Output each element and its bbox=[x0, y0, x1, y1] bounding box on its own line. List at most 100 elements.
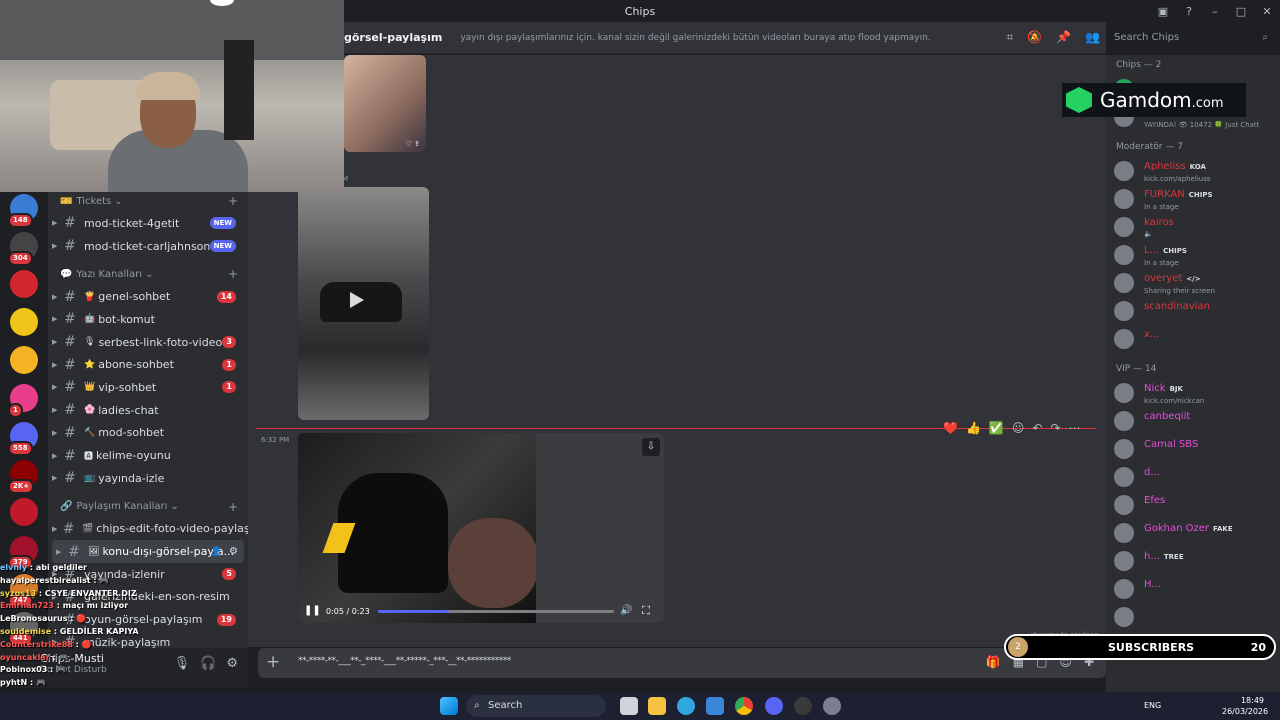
channel-item[interactable]: ▶ # 🖼 konu-dışı-görsel-payla... 👤 ⚙ bbox=[52, 540, 244, 563]
composer-input[interactable]: **-****-**-___**-_****-___**-*****-_***-… bbox=[298, 656, 511, 666]
member-item[interactable]: h... TREE bbox=[1106, 547, 1280, 575]
help-icon[interactable]: ? bbox=[1176, 5, 1202, 18]
add-channel-icon[interactable]: + bbox=[228, 500, 238, 514]
search-input[interactable]: Search Chips ⌕ bbox=[1106, 27, 1274, 49]
discord-icon[interactable] bbox=[765, 697, 783, 715]
windows-start-icon[interactable] bbox=[440, 697, 458, 715]
channel-item[interactable]: ▶ # mod-ticket-4getit NEW bbox=[48, 212, 248, 235]
maximize-icon[interactable]: □ bbox=[1228, 5, 1254, 18]
server-icon[interactable]: 1 bbox=[8, 384, 38, 418]
member-name-line: FURKAN CHIPS bbox=[1144, 185, 1280, 202]
download-icon[interactable]: ⇩ bbox=[642, 438, 660, 456]
channel-item[interactable]: ▶ # 🔨 mod-sohbet bbox=[48, 422, 248, 445]
pin-icon[interactable]: 📌 bbox=[1056, 30, 1071, 45]
member-item[interactable]: H... bbox=[1106, 575, 1280, 603]
message-composer[interactable]: + **-****-**-___**-_****-___**-*****-_**… bbox=[258, 648, 1106, 678]
taskbar-clock[interactable]: 18:49 26/03/2026 bbox=[1222, 695, 1268, 717]
image-actions-icon[interactable]: ♡ ⇪ bbox=[406, 140, 420, 148]
taskbar-search[interactable]: ⌕ Search bbox=[466, 695, 606, 717]
server-icon[interactable]: 148 bbox=[8, 194, 38, 228]
channel-settings-icon[interactable]: ⚙ bbox=[229, 546, 238, 557]
channel-name: abone-sohbet bbox=[98, 358, 174, 372]
server-icon[interactable]: 558 bbox=[8, 422, 38, 456]
gift-icon[interactable]: 🎁 bbox=[986, 655, 1001, 669]
member-item[interactable]: Camal SBS bbox=[1106, 435, 1280, 463]
channel-item[interactable]: ▶ # 🎬 chips-edit-foto-video-paylaş... bbox=[48, 518, 248, 541]
member-item[interactable]: kairos 🔈 bbox=[1106, 213, 1280, 241]
server-icon[interactable] bbox=[10, 498, 38, 526]
member-item[interactable]: Nick BJK kick.com/nickcan bbox=[1106, 379, 1280, 407]
language-indicator[interactable]: ENG bbox=[1144, 701, 1161, 710]
member-item[interactable]: Gokhan Ozer FAKE bbox=[1106, 519, 1280, 547]
member-activity: YAYINDA! 👁 10472 🍀 Just Chatt bbox=[1144, 121, 1260, 129]
server-icon[interactable]: 2K+ bbox=[8, 460, 38, 494]
channel-item[interactable]: ▶ # ⭐ abone-sohbet 1 bbox=[48, 353, 248, 376]
file-explorer-icon[interactable] bbox=[648, 697, 666, 715]
member-list-icon[interactable]: 👥 bbox=[1085, 30, 1100, 45]
chrome-icon[interactable] bbox=[735, 697, 753, 715]
reply-icon[interactable]: ↶ bbox=[1032, 421, 1042, 435]
avatar bbox=[1114, 411, 1134, 431]
member-list[interactable]: Chips — 2kick.com/chipsAPPYAYINDA! 👁 104… bbox=[1106, 55, 1280, 692]
server-icon[interactable] bbox=[10, 270, 38, 298]
add-channel-icon[interactable]: + bbox=[228, 194, 238, 208]
settings-icon[interactable] bbox=[823, 697, 841, 715]
member-item[interactable]: d... bbox=[1106, 463, 1280, 491]
add-reaction-icon[interactable]: ☺ bbox=[1012, 421, 1025, 435]
category-share[interactable]: 🔗 Paylaşım Kanalları ⌄ + bbox=[48, 496, 248, 518]
add-channel-icon[interactable]: + bbox=[228, 267, 238, 281]
server-icon[interactable] bbox=[10, 308, 38, 336]
more-icon[interactable]: ⋯ bbox=[1069, 421, 1081, 435]
channel-item[interactable]: ▶ # 🌸 ladies-chat bbox=[48, 399, 248, 422]
channel-item[interactable]: ▶ # 🍟 genel-sohbet 14 bbox=[48, 285, 248, 308]
channel-topic[interactable]: yayın dışı paylaşımlarınız için. kanal s… bbox=[460, 33, 930, 43]
channel-item[interactable]: ▶ # 📺 yayında-izle bbox=[48, 467, 248, 490]
member-item[interactable]: FURKAN CHIPS In a stage bbox=[1106, 185, 1280, 213]
close-icon[interactable]: ✕ bbox=[1254, 5, 1280, 18]
volume-icon[interactable]: 🔊 bbox=[620, 605, 632, 616]
member-item[interactable]: canbeqiit bbox=[1106, 407, 1280, 435]
store-icon[interactable] bbox=[706, 697, 724, 715]
task-view-icon[interactable] bbox=[620, 697, 638, 715]
channel-item[interactable]: ▶ # 🎙 serbest-link-foto-video 3 bbox=[48, 331, 248, 354]
search-icon: ⌕ bbox=[1262, 32, 1268, 43]
server-icon[interactable]: 304 bbox=[8, 232, 38, 266]
invite-icon[interactable]: 👤 bbox=[211, 547, 222, 557]
category-text[interactable]: 💬 Yazı Kanalları ⌄ + bbox=[48, 263, 248, 285]
inbox-icon[interactable]: ▣ bbox=[1150, 5, 1176, 18]
fullscreen-icon[interactable]: ⛶ bbox=[642, 604, 650, 618]
reaction-heart[interactable]: ❤️ bbox=[943, 421, 958, 435]
member-item[interactable] bbox=[1106, 603, 1280, 631]
obs-icon[interactable] bbox=[794, 697, 812, 715]
play-icon[interactable] bbox=[350, 292, 364, 308]
video-seek-bar[interactable] bbox=[378, 610, 614, 613]
member-item[interactable]: overyet </> Sharing their screen bbox=[1106, 269, 1280, 297]
notification-muted-icon[interactable]: 🔕 bbox=[1027, 30, 1042, 45]
gamdom-sponsor-overlay: Gamdom.com bbox=[1062, 83, 1246, 117]
category-tickets[interactable]: 🎫 Tickets ⌄ + bbox=[48, 190, 248, 212]
attach-plus-icon[interactable]: + bbox=[266, 652, 280, 672]
member-item[interactable]: L... CHIPS In a stage bbox=[1106, 241, 1280, 269]
reaction-check[interactable]: ✅ bbox=[989, 421, 1004, 435]
member-item[interactable]: x... bbox=[1106, 325, 1280, 353]
member-item[interactable]: Apheliss KOA kick.com/apheliuss bbox=[1106, 157, 1280, 185]
reaction-thumbs-up[interactable]: 👍 bbox=[966, 421, 981, 435]
member-item[interactable]: Efes bbox=[1106, 491, 1280, 519]
channel-item[interactable]: ▶ # 🤖 bot-komut bbox=[48, 308, 248, 331]
image-attachment[interactable]: ♡ ⇪ bbox=[344, 55, 426, 152]
channel-item[interactable]: ▶ # mod-ticket-carljahnson19 NEW bbox=[48, 235, 248, 258]
stream-chat-line: Emirhan723 : maçı mı izliyor bbox=[0, 600, 260, 613]
server-icon[interactable] bbox=[10, 346, 38, 374]
message-list[interactable]: ♡ ⇪ M ❤️ 👍 ✅ ☺ ↶ ↷ ⋯ 6:32 PM ⇩ ❚❚ 0:05 /… bbox=[248, 55, 1106, 647]
minimize-icon[interactable]: – bbox=[1202, 5, 1228, 18]
threads-icon[interactable]: ⌗ bbox=[1006, 30, 1013, 45]
channel-item[interactable]: ▶ # 👑 vip-sohbet 1 bbox=[48, 376, 248, 399]
edge-icon[interactable] bbox=[677, 697, 695, 715]
server-icon[interactable]: 379 bbox=[8, 536, 38, 570]
channel-item[interactable]: ▶ # 🅰kelime-oyunu bbox=[48, 444, 248, 467]
pause-icon[interactable]: ❚❚ bbox=[304, 605, 321, 616]
video-player[interactable]: ⇩ ❚❚ 0:05 / 0:23 🔊 ⛶ bbox=[298, 433, 664, 623]
video-thumbnail[interactable] bbox=[298, 187, 429, 420]
forward-icon[interactable]: ↷ bbox=[1050, 421, 1060, 435]
member-item[interactable]: scandinavian bbox=[1106, 297, 1280, 325]
